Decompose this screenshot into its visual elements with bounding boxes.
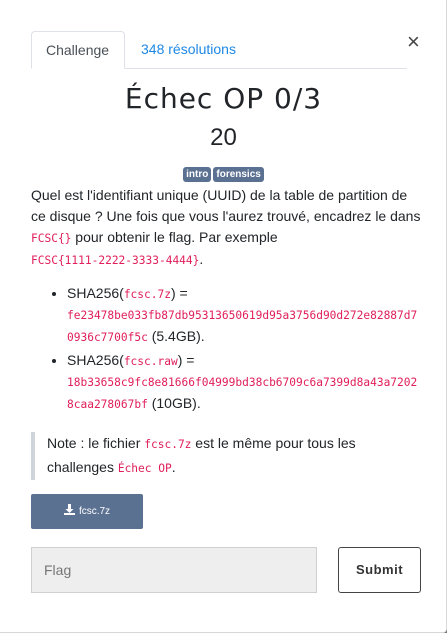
challenge-title: Échec OP 0/3 bbox=[124, 82, 323, 115]
list-item: SHA256(fcsc.7z) = fe23478be033fb87db9531… bbox=[67, 283, 423, 348]
list-item: SHA256(fcsc.raw) = 18b33658c9fc8e81666f0… bbox=[67, 350, 423, 415]
challenge-description: Quel est l'identifiant unique (UUID) de … bbox=[31, 185, 423, 417]
flag-input[interactable] bbox=[31, 547, 317, 593]
file-name-code: fcsc.7z bbox=[123, 288, 171, 301]
download-icon bbox=[63, 495, 75, 530]
sha256-hash: 18b33658c9fc8e81666f04999bd38cb6709c6a73… bbox=[67, 376, 418, 411]
note-blockquote: Note : le fichier fcsc.7z est le même po… bbox=[31, 432, 423, 480]
tab-resolutions[interactable]: 348 résolutions bbox=[127, 31, 250, 68]
note-series-code: Échec OP bbox=[117, 462, 172, 475]
download-label: fcsc.7z bbox=[78, 506, 111, 517]
challenge-modal: × Challenge 348 résolutions Échec OP 0/3… bbox=[0, 0, 447, 633]
file-hash-list: SHA256(fcsc.7z) = fe23478be033fb87db9531… bbox=[31, 283, 423, 415]
submit-button[interactable]: Submit bbox=[338, 547, 421, 593]
tab-bar: Challenge 348 résolutions bbox=[31, 31, 407, 69]
close-icon[interactable]: × bbox=[407, 30, 420, 54]
flag-example-code: FCSC{1111-2222-3333-4444} bbox=[31, 254, 200, 267]
flag-format-code: FCSC{} bbox=[31, 232, 72, 245]
tag-badge-intro: intro bbox=[183, 167, 212, 182]
tag-badge-forensics: forensics bbox=[213, 167, 264, 182]
tag-list: intro forensics bbox=[0, 167, 447, 182]
description-paragraph: Quel est l'identifiant unique (UUID) de … bbox=[31, 187, 421, 267]
tab-challenge[interactable]: Challenge bbox=[31, 31, 125, 69]
file-name-code: fcsc.raw bbox=[123, 355, 178, 368]
sha256-hash: fe23478be033fb87db95313650619d95a3756d90… bbox=[67, 309, 418, 344]
challenge-points: 20 bbox=[210, 124, 237, 151]
note-file-code: fcsc.7z bbox=[144, 438, 192, 451]
download-file-button[interactable]: fcsc.7z bbox=[31, 494, 143, 529]
